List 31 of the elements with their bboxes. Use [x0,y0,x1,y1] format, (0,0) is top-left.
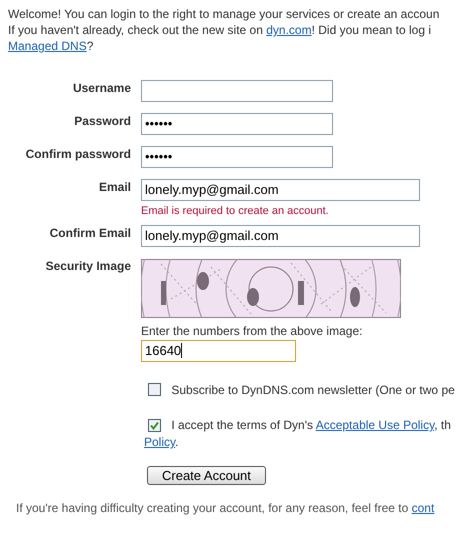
text-link[interactable]: dyn.com [266,23,312,37]
field-label: Email [98,179,131,194]
intro-text: ! Did you mean to log i [312,23,431,37]
captcha-prompt: Enter the numbers from the above image: [141,324,362,338]
input-field[interactable]: •••••• [141,146,333,168]
checkbox[interactable] [148,383,161,396]
intro-text: ? [86,39,94,53]
checkbox-label: , th [434,418,451,432]
field-label: Password [73,113,131,128]
field-label: Security Image [44,258,131,273]
checkbox-label: . [175,435,178,449]
checkbox[interactable] [148,419,161,432]
intro-text: If you haven't already, check out the new site on [8,23,264,37]
text-link[interactable]: Managed DNS [8,39,87,53]
text-link[interactable]: Acceptable Use Policy [316,418,434,432]
input-field[interactable]: lonely.myp@gmail.com [141,179,420,201]
checkbox-label: I accept the terms of Dyn's [171,418,314,432]
intro-text: Welcome! You can login to the right to manage your services or create an accoun [8,7,440,21]
text-link[interactable]: Policy [144,435,176,449]
input-field[interactable] [141,80,333,102]
create-account-button[interactable]: Create Account [147,466,266,485]
help-text: If you're having difficulty creating your account, for any reason, feel free to [16,501,410,515]
captcha-field[interactable]: 16640 [141,340,296,362]
checkbox-label: Subscribe to DynDNS.com newsletter (One or two pe [171,383,455,397]
error-message: Email is required to create an account. [141,205,329,217]
input-field[interactable]: •••••• [141,113,333,135]
field-label: Username [72,80,131,95]
text-link[interactable]: cont [412,501,434,515]
field-label: Confirm password [24,146,131,161]
input-field[interactable]: lonely.myp@gmail.com [141,225,420,247]
field-label: Confirm Email [48,225,131,240]
